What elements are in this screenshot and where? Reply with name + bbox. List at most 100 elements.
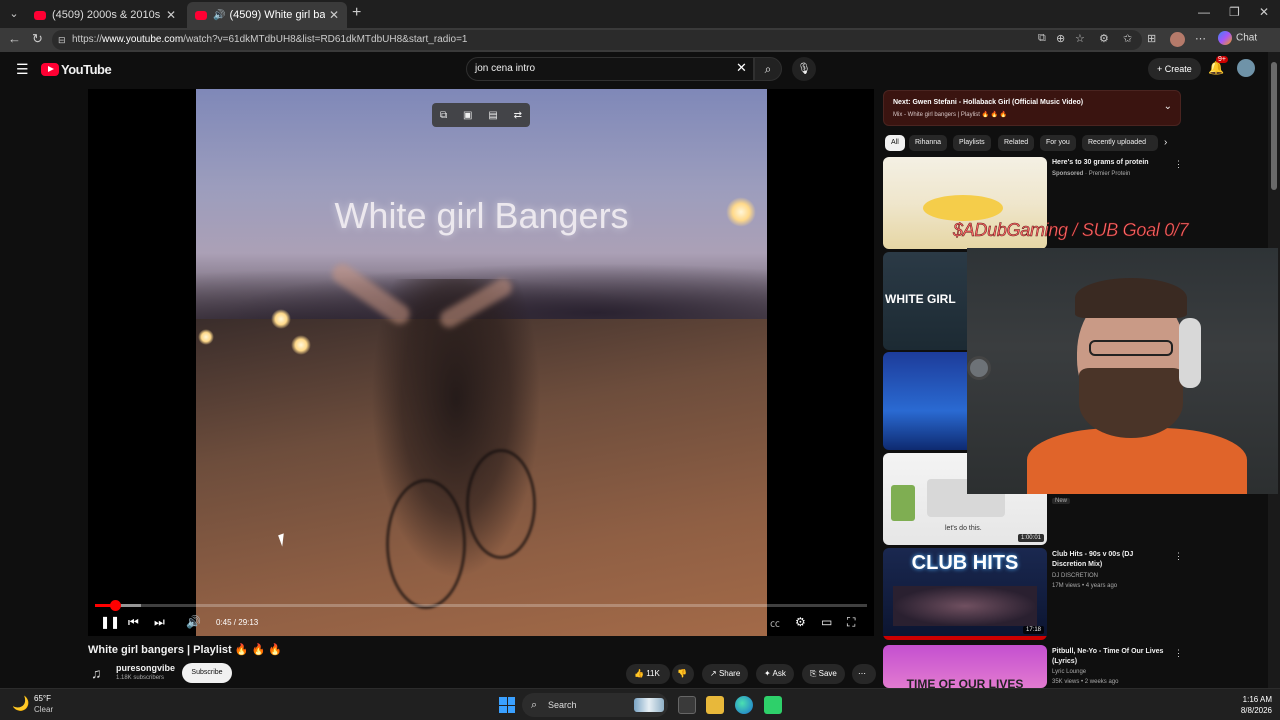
- like-button[interactable]: 👍 11K: [626, 664, 670, 684]
- notes-icon[interactable]: ▤: [488, 110, 497, 121]
- tab-white-girl-bangers[interactable]: 🔊 (4509) White girl bangers | Pla ✕: [187, 2, 347, 28]
- thumbnail-graphic: [893, 586, 1037, 626]
- task-view-icon[interactable]: [678, 696, 696, 714]
- translate-icon[interactable]: ⇄: [514, 110, 522, 121]
- youtube-logo[interactable]: YouTube: [41, 62, 112, 77]
- video-frame[interactable]: [196, 89, 767, 636]
- sidebar-item-channel[interactable]: DJ DISCRETION: [1052, 573, 1098, 579]
- item-more-icon[interactable]: ⋮: [1174, 159, 1183, 170]
- progress-bar[interactable]: [95, 600, 867, 611]
- next-up-panel[interactable]: Next: Gwen Stefani - Hollaback Girl (Off…: [883, 90, 1181, 126]
- weather-condition[interactable]: Clear: [34, 705, 53, 714]
- share-button[interactable]: ↗ Share: [702, 664, 749, 684]
- youtube-header: ☰ YouTube jon cena intro ✕ ⌕ 🎙 + Create …: [0, 52, 1268, 86]
- tab-close-icon[interactable]: ✕: [329, 8, 339, 22]
- chevron-down-icon[interactable]: ⌄: [1164, 101, 1172, 112]
- channel-name[interactable]: puresongvibe: [116, 663, 175, 673]
- chip-recently-uploaded[interactable]: Recently uploaded: [1082, 135, 1158, 151]
- ask-button[interactable]: ✦ Ask: [756, 664, 794, 684]
- sidebar-thumbnail[interactable]: CLUB HITS 17:18: [883, 548, 1047, 640]
- like-count: 11K: [646, 669, 660, 678]
- next-icon[interactable]: ⏭: [154, 615, 165, 630]
- zoom-icon[interactable]: ⊕: [1056, 32, 1065, 45]
- picture-in-picture-icon[interactable]: ⧉: [440, 110, 447, 121]
- chip-for-you[interactable]: For you: [1040, 135, 1076, 151]
- minimize-icon[interactable]: —: [1198, 5, 1210, 19]
- video-screenshot-icon[interactable]: ▣: [463, 110, 472, 121]
- tab-throwbacks[interactable]: (4509) 2000s & 2010s Throwbacks ✕: [26, 2, 184, 28]
- settings-gear-icon[interactable]: ⚙: [795, 615, 806, 629]
- sidebar-item-title[interactable]: Here's to 30 grams of protein: [1052, 158, 1168, 168]
- chip-rihanna[interactable]: Rihanna: [909, 135, 948, 151]
- previous-icon[interactable]: ⏮: [128, 615, 139, 630]
- chevron-right-icon[interactable]: ›: [1164, 137, 1167, 148]
- browser-profile-avatar[interactable]: [1170, 32, 1185, 47]
- address-bar[interactable]: ⊟ https://www.youtube.com/watch?v=61dkMT…: [52, 30, 1142, 50]
- tab-close-icon[interactable]: ✕: [166, 8, 176, 22]
- weather-temp[interactable]: 65°F: [34, 694, 51, 703]
- scrubber-handle[interactable]: [110, 600, 122, 611]
- scrollbar-thumb[interactable]: [1271, 62, 1277, 190]
- video-title: White girl bangers | Playlist 🔥 🔥 🔥: [88, 644, 282, 656]
- chip-related[interactable]: Related: [998, 135, 1035, 151]
- site-info-icon[interactable]: ⊟: [58, 30, 66, 50]
- webcam-glasses: [1089, 340, 1173, 356]
- notifications-button[interactable]: 🔔 9+: [1208, 56, 1228, 76]
- create-button[interactable]: + Create: [1148, 58, 1201, 80]
- channel-music-icon[interactable]: ♫: [91, 665, 102, 681]
- search-button[interactable]: ⌕: [754, 57, 782, 81]
- thumbs-down-icon: 👎: [677, 669, 687, 678]
- windows-start-icon[interactable]: [499, 697, 515, 713]
- voice-search-button[interactable]: 🎙: [792, 57, 816, 81]
- open-in-app-icon[interactable]: ⧉: [1038, 32, 1046, 45]
- save-button[interactable]: ⎘ Save: [802, 664, 845, 684]
- sidebar-item-channel[interactable]: Lyric Lounge: [1052, 669, 1086, 675]
- taskbar-search[interactable]: ⌕ Search: [522, 693, 668, 717]
- tab-actions-menu-icon[interactable]: ⌄: [4, 4, 24, 24]
- back-icon[interactable]: ←: [8, 31, 21, 46]
- new-badge: New: [1052, 498, 1071, 504]
- volume-icon[interactable]: 🔊: [186, 615, 201, 629]
- window-close-icon[interactable]: ✕: [1259, 5, 1269, 19]
- file-explorer-icon[interactable]: [706, 696, 724, 714]
- theater-mode-icon[interactable]: ▭: [821, 615, 832, 629]
- sidebar-item-title[interactable]: Pitbull, Ne-Yo - Time Of Our Lives (Lyri…: [1052, 647, 1168, 667]
- weather-moon-icon[interactable]: 🌙: [12, 695, 29, 712]
- extensions-icon[interactable]: ⚙: [1099, 32, 1109, 45]
- item-more-icon[interactable]: ⋮: [1174, 648, 1183, 659]
- video-player[interactable]: White girl Bangers ⧉ ▣ ▤ ⇄ ❚❚ ⏮ ⏭ 🔊 0:45…: [88, 89, 874, 636]
- fullscreen-icon[interactable]: ⛶: [847, 615, 855, 630]
- url-prefix: https://: [72, 34, 103, 45]
- search-input[interactable]: jon cena intro: [466, 57, 754, 81]
- clock-date: 8/8/2026: [1240, 706, 1272, 715]
- item-more-icon[interactable]: ⋮: [1174, 551, 1183, 562]
- maximize-icon[interactable]: ❐: [1229, 5, 1240, 19]
- microphone-icon: 🎙: [797, 63, 811, 75]
- chip-playlists[interactable]: Playlists: [953, 135, 991, 151]
- webcam-hair: [1075, 278, 1187, 318]
- logo-text: YouTube: [61, 62, 112, 77]
- edge-browser-icon[interactable]: [735, 696, 753, 714]
- sidebar-item-title[interactable]: Club Hits - 90s v 00s (DJ Discretion Mix…: [1052, 550, 1168, 570]
- pause-icon[interactable]: ❚❚: [100, 615, 120, 629]
- account-avatar[interactable]: [1237, 59, 1255, 77]
- subscribe-button[interactable]: Subscribe: [182, 663, 232, 683]
- collections-icon[interactable]: ⊞: [1147, 32, 1156, 45]
- chip-all[interactable]: All: [885, 135, 905, 151]
- clear-search-icon[interactable]: ✕: [736, 60, 747, 76]
- new-tab-icon[interactable]: +: [352, 4, 361, 22]
- sidebar-thumbnail[interactable]: TIME OF OUR LIVES: [883, 645, 1047, 688]
- reload-icon[interactable]: ↻: [32, 31, 43, 47]
- hamburger-menu-icon[interactable]: ☰: [16, 61, 29, 78]
- more-actions-button[interactable]: ⋯: [852, 664, 876, 684]
- favorites-icon[interactable]: ✩: [1123, 32, 1132, 45]
- more-icon: ⋯: [858, 669, 866, 678]
- copilot-chat-button[interactable]: Chat: [1218, 31, 1257, 45]
- favorite-star-icon[interactable]: ☆: [1075, 32, 1085, 45]
- dislike-button[interactable]: 👎: [672, 664, 694, 684]
- more-options-icon[interactable]: ⋯: [1195, 32, 1206, 45]
- captions-icon[interactable]: ㏄: [770, 615, 780, 630]
- system-clock[interactable]: 1:16 AM 8/8/2026: [1232, 694, 1272, 716]
- streaming-app-icon[interactable]: [764, 696, 782, 714]
- speaker-icon[interactable]: 🔊: [213, 10, 225, 21]
